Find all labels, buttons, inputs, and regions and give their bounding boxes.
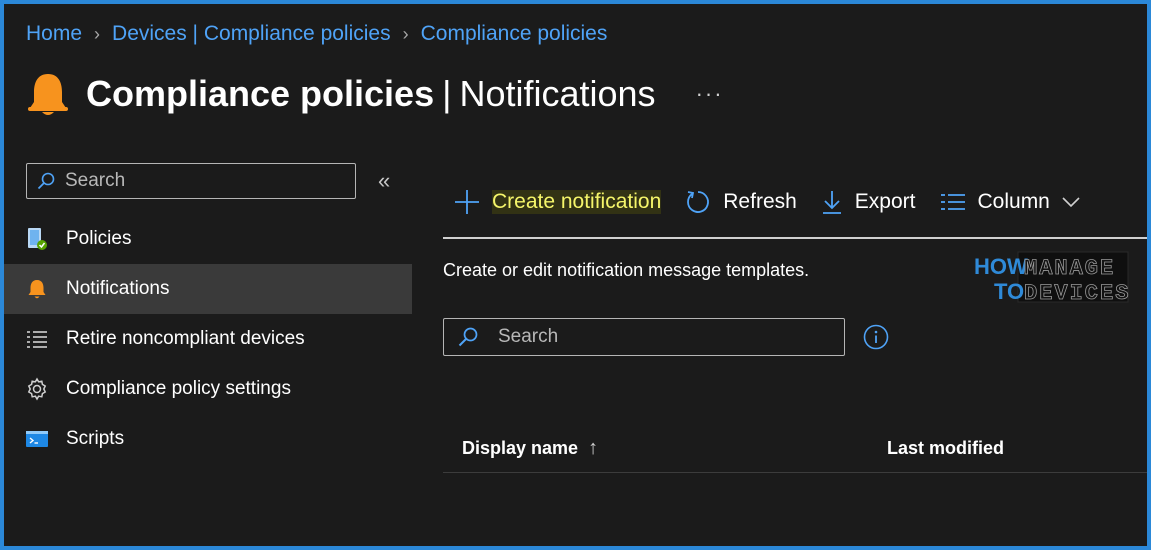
page-description: Create or edit notification message temp… [443,260,810,280]
refresh-button[interactable]: Refresh [685,189,797,215]
breadcrumb-compliance-policies[interactable]: Compliance policies [421,22,608,46]
gear-icon [24,376,50,402]
plus-icon [454,189,480,215]
page-subtitle: Notifications [459,73,656,114]
divider [443,237,1147,239]
refresh-label: Refresh [723,190,797,213]
sidebar-item-notifications[interactable]: Notifications [4,264,412,314]
sidebar-item-retire-noncompliant[interactable]: Retire noncompliant devices [4,314,412,364]
collapse-sidebar-button[interactable]: « [378,168,390,194]
column-header-display-name[interactable]: Display name ↑ [462,424,598,472]
breadcrumb-home[interactable]: Home [26,22,82,46]
search-icon [37,172,55,190]
main-search [443,318,845,356]
search-icon [458,327,478,347]
sidebar-search [26,163,356,199]
create-notification-label: Create notification [492,190,662,214]
sidebar-item-label: Notifications [66,278,170,299]
bell-icon [24,276,50,302]
table-header: Display name ↑ Last modified [443,424,1147,473]
chevron-right-icon: › [402,23,409,44]
page-header: Compliance policies | Notifications ··· [26,66,724,122]
main-search-input[interactable] [496,325,820,349]
columns-button[interactable]: Column [940,190,1080,214]
sidebar-nav: Policies Notifications Retire noncomplia… [4,214,412,464]
logo-to: TO [994,279,1024,304]
sidebar-search-input[interactable] [63,169,337,193]
script-icon [24,426,50,452]
breadcrumb: Home › Devices | Compliance policies › C… [26,22,607,46]
export-label: Export [854,190,916,213]
logo-devices: DEVICES [1024,281,1130,305]
logo-how: HOW [974,254,1028,279]
howtomanagedevices-logo: HOW TO MANAGE DEVICES [974,251,1130,305]
create-notification-button[interactable]: Create notification [454,189,662,215]
page-title-main: Compliance policies [86,73,435,114]
sort-ascending-icon: ↑ [588,436,599,459]
page-title: Compliance policies | Notifications [86,73,656,115]
column-header-last-modified[interactable]: Last modified [887,424,1004,472]
bell-icon [28,74,68,115]
chevron-down-icon [1062,196,1080,208]
sidebar-item-label: Policies [66,228,132,249]
sidebar-item-label: Retire noncompliant devices [66,328,305,349]
columns-label: Column [977,190,1050,213]
app-frame: Home › Devices | Compliance policies › C… [4,4,1147,546]
column-header-label: Last modified [887,437,1005,458]
columns-icon [940,192,966,212]
list-icon [24,326,50,352]
breadcrumb-devices-compliance[interactable]: Devices | Compliance policies [112,22,391,46]
sidebar-item-label: Compliance policy settings [66,378,291,399]
refresh-icon [685,189,711,215]
export-button[interactable]: Export [821,189,916,215]
logo-manage: MANAGE [1024,256,1115,281]
sidebar-item-scripts[interactable]: Scripts [4,414,412,464]
column-header-label: Display name [462,437,579,458]
download-icon [821,189,843,215]
policies-icon [24,226,50,252]
title-separator: | [442,73,452,114]
sidebar-item-compliance-settings[interactable]: Compliance policy settings [4,364,412,414]
command-bar: Create notification Refresh Export Colum… [454,182,1104,222]
chevron-right-icon: › [94,23,101,44]
info-icon[interactable] [863,324,889,350]
more-options-button[interactable]: ··· [696,81,724,107]
sidebar-item-policies[interactable]: Policies [4,214,412,264]
sidebar-item-label: Scripts [66,428,125,449]
